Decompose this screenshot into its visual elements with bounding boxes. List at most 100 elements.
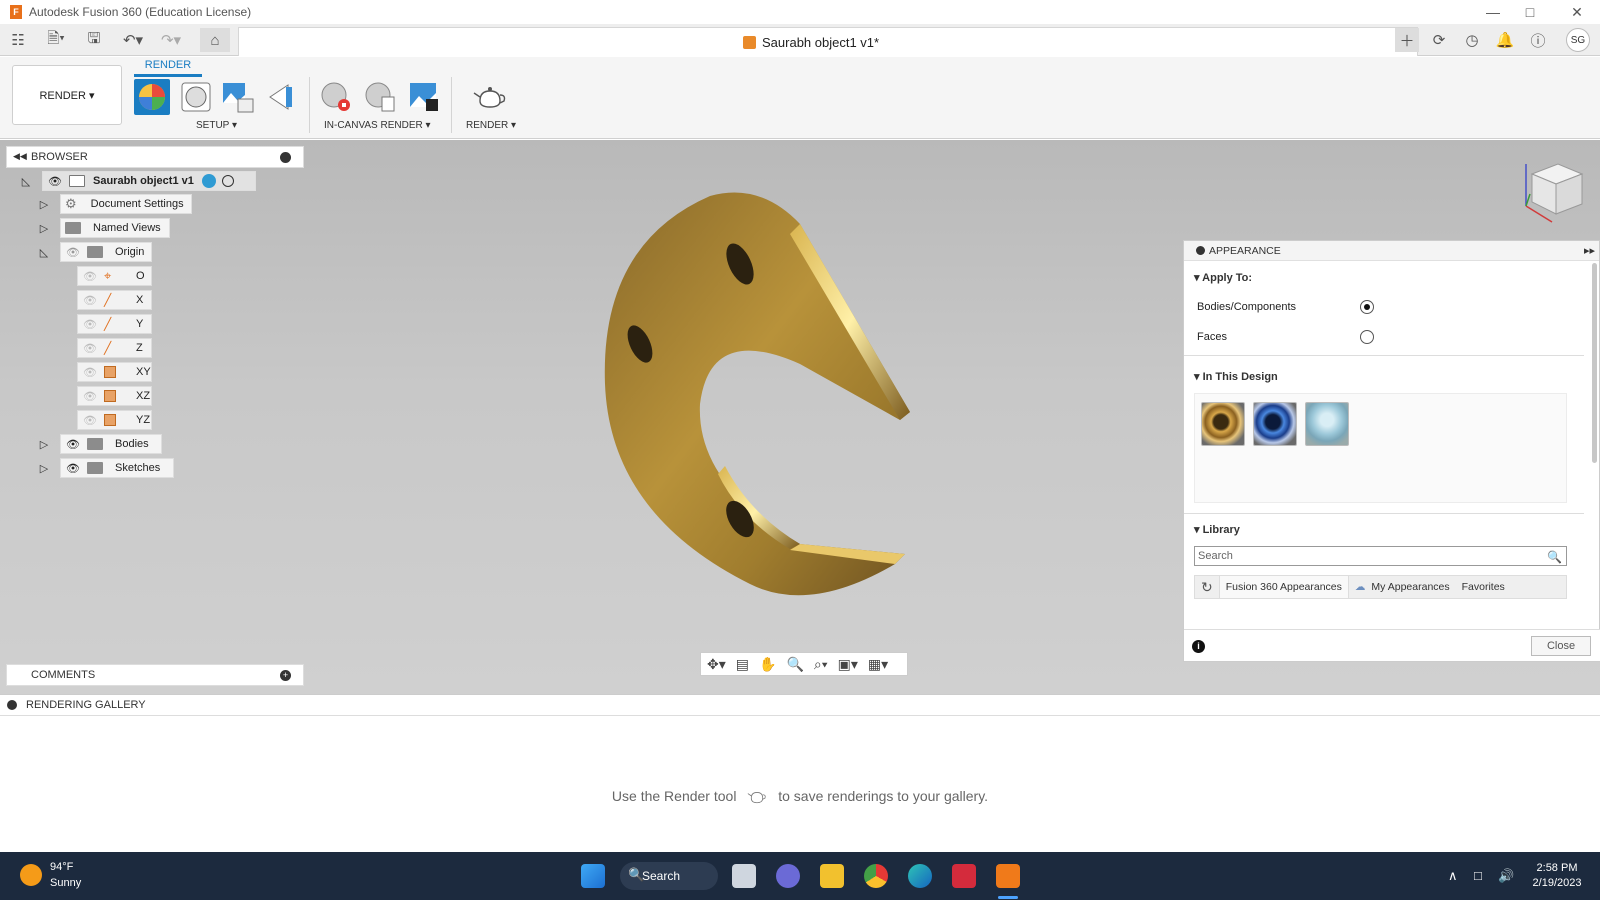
hidden-eye-icon[interactable]: 👁 bbox=[82, 366, 98, 379]
in-canvas-render-settings-icon[interactable] bbox=[362, 79, 398, 115]
undo-icon[interactable]: ↶▾ bbox=[118, 28, 148, 52]
fit-icon[interactable]: ⌕▾ bbox=[814, 656, 828, 673]
file-menu-icon[interactable]: 🗎▾ bbox=[40, 28, 72, 52]
hidden-eye-icon[interactable]: 👁 bbox=[82, 414, 98, 427]
browser-node-origin[interactable]: 👁 Origin bbox=[60, 242, 152, 262]
browser-node-document-settings[interactable]: ⚙ Document Settings bbox=[60, 194, 192, 214]
browser-panel-header[interactable]: ◀◀ BROWSER bbox=[6, 146, 304, 168]
in-canvas-render-icon[interactable] bbox=[318, 79, 354, 115]
hidden-eye-icon[interactable]: 👁 bbox=[82, 342, 98, 355]
appearance-tool-icon[interactable] bbox=[134, 79, 170, 115]
data-panel-grid-icon[interactable]: ☷ bbox=[6, 28, 30, 52]
collapse-gallery-icon[interactable] bbox=[7, 700, 17, 710]
appearance-scrollbar[interactable] bbox=[1592, 263, 1597, 463]
origin-plane-xz[interactable]: 👁 XZ bbox=[77, 386, 152, 406]
browser-node-bodies[interactable]: 👁 Bodies bbox=[60, 434, 162, 454]
decal-icon[interactable] bbox=[262, 79, 298, 115]
network-icon[interactable]: □ bbox=[1474, 868, 1482, 883]
pin-dot-icon[interactable] bbox=[1196, 246, 1205, 255]
chat-icon[interactable] bbox=[776, 864, 800, 888]
workspace-switcher[interactable]: RENDER ▾ bbox=[12, 65, 122, 125]
info-icon[interactable]: i bbox=[1192, 640, 1205, 653]
activate-radio-icon[interactable] bbox=[221, 175, 234, 187]
glass-swatch[interactable] bbox=[1305, 402, 1349, 446]
capture-image-icon[interactable] bbox=[406, 79, 442, 115]
root-collapse-icon[interactable]: ◺ bbox=[20, 174, 32, 188]
origin-plane-xy[interactable]: 👁 XY bbox=[77, 362, 152, 382]
pin-panel-icon[interactable] bbox=[280, 152, 291, 163]
windows-start-icon[interactable] bbox=[581, 864, 605, 888]
add-comment-icon[interactable]: + bbox=[280, 670, 291, 681]
grid-settings-icon[interactable]: ▦▾ bbox=[868, 656, 888, 673]
tray-overflow-icon[interactable]: ∧ bbox=[1448, 868, 1458, 884]
extensions-icon[interactable]: ⟳ bbox=[1427, 28, 1451, 52]
expand-arrow-icon[interactable]: ▷ bbox=[38, 197, 50, 211]
scene-settings-icon[interactable] bbox=[178, 79, 214, 115]
new-tab-plus-icon[interactable]: ＋ bbox=[1395, 28, 1419, 52]
tab-render[interactable]: RENDER bbox=[134, 59, 202, 71]
sun-icon[interactable] bbox=[20, 864, 42, 886]
tab-fusion-appearances[interactable]: Fusion 360 Appearances bbox=[1218, 576, 1349, 598]
visibility-eye-icon[interactable]: 👁 bbox=[65, 462, 81, 475]
expand-arrow-icon[interactable]: ▷ bbox=[38, 461, 50, 475]
refresh-icon[interactable]: ↻ bbox=[1195, 576, 1219, 598]
fusion-360-taskbar-icon[interactable] bbox=[996, 864, 1020, 888]
hidden-eye-icon[interactable]: 👁 bbox=[65, 246, 81, 259]
origin-axis-x[interactable]: 👁 ╱ X bbox=[77, 290, 152, 310]
user-avatar[interactable]: SG bbox=[1566, 28, 1590, 52]
expand-arrow-icon[interactable]: ▷ bbox=[38, 221, 50, 235]
render-teapot-icon[interactable] bbox=[472, 79, 508, 115]
zoom-icon[interactable]: 🔍 bbox=[786, 656, 803, 673]
hidden-eye-icon[interactable]: 👁 bbox=[82, 390, 98, 403]
origin-axis-y[interactable]: 👁 ╱ Y bbox=[77, 314, 152, 334]
search-icon[interactable]: 🔍 bbox=[1547, 548, 1562, 566]
notifications-bell-icon[interactable]: 🔔 bbox=[1493, 28, 1517, 52]
origin-plane-yz[interactable]: 👁 YZ bbox=[77, 410, 152, 430]
expand-panel-icon[interactable]: ▸▸ bbox=[1584, 244, 1595, 257]
browser-node-sketches[interactable]: 👁 Sketches bbox=[60, 458, 174, 478]
viewport-canvas[interactable]: ◀◀ BROWSER ◺ 👁 Saurabh object1 v1 ▷ ⚙ Do… bbox=[0, 140, 1600, 694]
browser-root-node[interactable]: 👁 Saurabh object1 v1 bbox=[42, 171, 256, 191]
setup-group-label[interactable]: SETUP ▾ bbox=[196, 120, 237, 131]
taskbar-search[interactable]: 🔍 Search bbox=[620, 862, 718, 890]
taskbar-clock[interactable]: 2:58 PM 2/19/2023 bbox=[1522, 861, 1592, 891]
faces-radio[interactable] bbox=[1360, 330, 1374, 344]
expand-arrow-icon[interactable]: ▷ bbox=[38, 437, 50, 451]
chrome-icon[interactable] bbox=[864, 864, 888, 888]
blue-metal-swatch[interactable] bbox=[1253, 402, 1297, 446]
job-status-icon[interactable]: ◷ bbox=[1460, 28, 1484, 52]
save-icon[interactable]: 🖫 bbox=[82, 28, 106, 52]
weather-temperature[interactable]: 94°F bbox=[50, 861, 73, 873]
hidden-eye-icon[interactable]: 👁 bbox=[82, 294, 98, 307]
close-button[interactable]: Close bbox=[1531, 636, 1591, 656]
rendering-gallery-header[interactable]: RENDERING GALLERY bbox=[0, 694, 1600, 716]
task-view-icon[interactable] bbox=[732, 864, 756, 888]
help-icon[interactable]: ⓘ bbox=[1526, 28, 1550, 52]
brass-swatch[interactable] bbox=[1201, 402, 1245, 446]
home-icon[interactable]: ⌂ bbox=[200, 28, 230, 52]
autocad-icon[interactable] bbox=[952, 864, 976, 888]
visibility-eye-icon[interactable]: 👁 bbox=[47, 175, 63, 188]
visibility-eye-icon[interactable]: 👁 bbox=[65, 438, 81, 451]
orbit-icon[interactable]: ✥▾ bbox=[707, 656, 726, 673]
collapse-arrow-icon[interactable]: ◺ bbox=[38, 245, 50, 259]
tab-favorites[interactable]: Favorites bbox=[1456, 576, 1511, 598]
file-explorer-icon[interactable] bbox=[820, 864, 844, 888]
origin-axis-z[interactable]: 👁 ╱ Z bbox=[77, 338, 152, 358]
look-at-icon[interactable]: ▤ bbox=[736, 656, 749, 673]
display-settings-icon[interactable]: ▣▾ bbox=[838, 656, 858, 673]
render-group-label[interactable]: RENDER ▾ bbox=[466, 120, 516, 131]
hidden-eye-icon[interactable]: 👁 bbox=[82, 318, 98, 331]
rendered-model[interactable] bbox=[600, 184, 940, 614]
hidden-eye-icon[interactable]: 👁 bbox=[82, 270, 98, 283]
library-search-input[interactable]: Search 🔍 bbox=[1194, 546, 1567, 566]
view-cube[interactable] bbox=[1518, 154, 1588, 229]
weather-condition[interactable]: Sunny bbox=[50, 877, 81, 889]
appearance-header[interactable]: APPEARANCE ▸▸ bbox=[1184, 241, 1599, 261]
in-this-design-section[interactable]: ▾ In This Design bbox=[1194, 370, 1278, 383]
document-tab[interactable]: Saurabh object1 v1* ✕ bbox=[238, 27, 1418, 56]
bodies-components-radio[interactable] bbox=[1360, 300, 1374, 314]
library-section[interactable]: ▾ Library bbox=[1194, 523, 1240, 536]
apply-to-section[interactable]: ▾ Apply To: bbox=[1194, 271, 1252, 284]
comments-panel-header[interactable]: COMMENTS + bbox=[6, 664, 304, 686]
